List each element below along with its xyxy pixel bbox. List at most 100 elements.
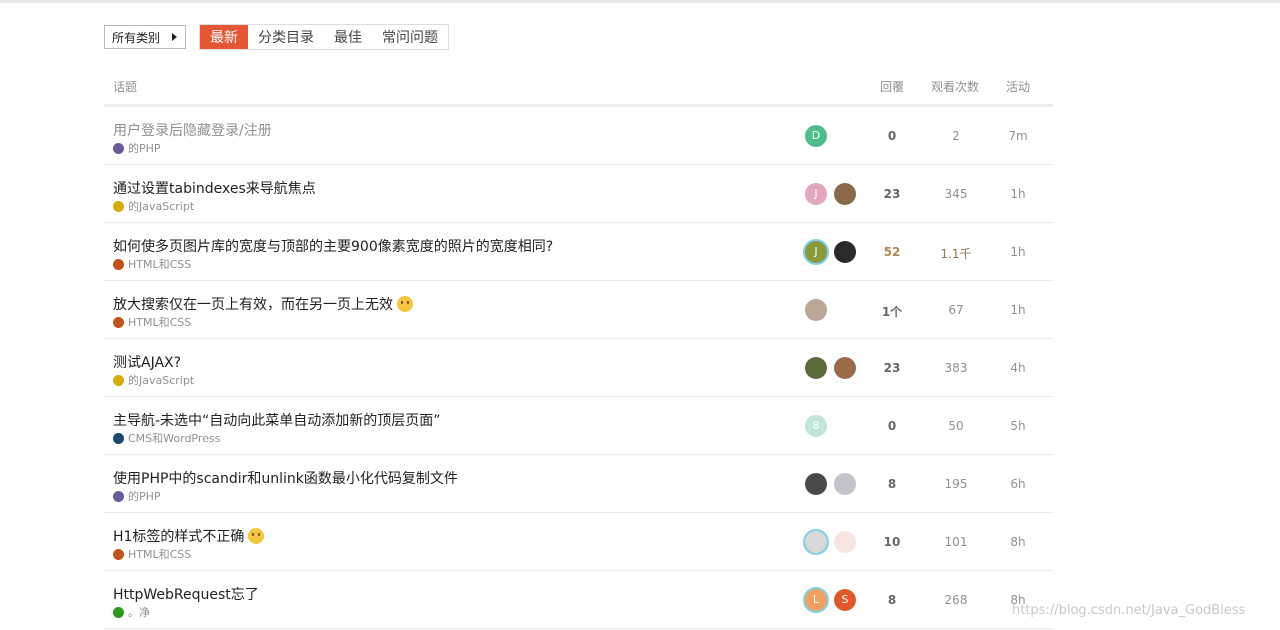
category-badge-icon xyxy=(113,258,124,270)
view-count[interactable]: 1.1千 xyxy=(936,245,976,262)
topic-row: 测试AJAX? 的JavaScript 23 383 4h xyxy=(104,339,1054,397)
tab-latest[interactable]: 最新 xyxy=(200,25,249,49)
frowning-face-icon xyxy=(248,528,265,544)
category-badge-icon xyxy=(113,200,124,212)
poster-avatar[interactable]: 8 xyxy=(805,415,827,437)
category-label: CMS和WordPress xyxy=(128,432,221,445)
reply-count[interactable]: 1个 xyxy=(872,303,912,320)
category-label: 的PHP xyxy=(128,142,161,155)
topic-list: 话题 回覆 观看次数 活动 用户登录后隐藏登录/注册 的PHP D 0 2 7m 通过设置t… xyxy=(104,68,1054,629)
category-dropdown-label: 所有类别 xyxy=(112,30,161,45)
topic-title[interactable]: H1标签的样式不正确 xyxy=(113,526,265,546)
category-badge-icon xyxy=(113,432,124,444)
poster-avatar[interactable]: S xyxy=(834,589,856,611)
topic-title[interactable]: HttpWebRequest忘了 xyxy=(113,584,259,604)
view-count[interactable]: 50 xyxy=(936,419,976,433)
topic-title[interactable]: 放大搜索仅在一页上有效，而在另一页上无效 xyxy=(113,294,413,314)
category-badge-icon xyxy=(113,142,124,154)
reply-count[interactable]: 8 xyxy=(872,593,912,607)
category-label: 。净 xyxy=(128,606,150,619)
view-count[interactable]: 101 xyxy=(936,535,976,549)
header-views[interactable]: 观看次数 xyxy=(931,78,979,95)
topic-title-text: 使用PHP中的scandir和unlink函数最小化代码复制文件 xyxy=(113,471,458,487)
topic-row: 如何使多页图片库的宽度与顶部的主要900像素宽度的照片的宽度相同? HTML和CS… xyxy=(104,223,1054,281)
view-count[interactable]: 383 xyxy=(936,361,976,375)
header-replies[interactable]: 回覆 xyxy=(880,78,904,95)
poster-avatar[interactable]: D xyxy=(805,125,827,147)
topic-title[interactable]: 使用PHP中的scandir和unlink函数最小化代码复制文件 xyxy=(113,468,458,488)
category-badge-icon xyxy=(113,316,124,328)
topic-category[interactable]: 的PHP xyxy=(113,140,161,156)
reply-count[interactable]: 8 xyxy=(872,477,912,491)
poster-avatar[interactable] xyxy=(805,299,827,321)
activity-time[interactable]: 1h xyxy=(998,245,1038,259)
topic-title[interactable]: 测试AJAX? xyxy=(113,352,181,372)
topic-category[interactable]: HTML和CSS xyxy=(113,314,191,330)
activity-time[interactable]: 1h xyxy=(998,187,1038,201)
poster-avatar[interactable] xyxy=(834,357,856,379)
tab-top[interactable]: 最佳 xyxy=(324,25,372,49)
topic-title-text: H1标签的样式不正确 xyxy=(113,529,245,545)
poster-avatar[interactable]: J xyxy=(805,241,827,263)
reply-count[interactable]: 0 xyxy=(872,419,912,433)
poster-avatar[interactable]: J xyxy=(805,183,827,205)
activity-time[interactable]: 6h xyxy=(998,477,1038,491)
category-label: 的JavaScript xyxy=(128,200,195,213)
topic-category[interactable]: CMS和WordPress xyxy=(113,430,220,446)
topic-category[interactable]: 的JavaScript xyxy=(113,198,194,214)
poster-avatar[interactable] xyxy=(834,473,856,495)
topic-category[interactable]: HTML和CSS xyxy=(113,256,191,272)
tab-categories[interactable]: 分类目录 xyxy=(248,25,324,49)
topic-title-text: 放大搜索仅在一页上有效，而在另一页上无效 xyxy=(113,297,393,313)
header-activity[interactable]: 活动 xyxy=(1006,78,1030,95)
tab-faq[interactable]: 常问问题 xyxy=(372,25,448,49)
activity-time[interactable]: 1h xyxy=(998,303,1038,317)
view-count[interactable]: 345 xyxy=(936,187,976,201)
reply-count[interactable]: 0 xyxy=(872,129,912,143)
reply-count[interactable]: 52 xyxy=(872,245,912,259)
activity-time[interactable]: 8h xyxy=(998,535,1038,549)
topic-category[interactable]: HTML和CSS xyxy=(113,546,191,562)
category-label: HTML和CSS xyxy=(128,316,192,329)
activity-time[interactable]: 5h xyxy=(998,419,1038,433)
topic-title-text: 测试AJAX? xyxy=(113,355,182,371)
view-count[interactable]: 195 xyxy=(936,477,976,491)
topic-row: 主导航-未选中“自动向此菜单自动添加新的顶层页面” CMS和WordPress 8 0… xyxy=(104,397,1054,455)
view-count[interactable]: 2 xyxy=(936,129,976,143)
poster-avatar[interactable] xyxy=(805,473,827,495)
view-count[interactable]: 67 xyxy=(936,303,976,317)
category-dropdown-button[interactable]: 所有类别 xyxy=(104,25,187,49)
watermark: https://blog.csdn.net/Java_GodBless xyxy=(1012,603,1246,618)
reply-count[interactable]: 23 xyxy=(872,361,912,375)
topic-title[interactable]: 通过设置tabindexes来导航焦点 xyxy=(113,178,316,198)
reply-count[interactable]: 10 xyxy=(872,535,912,549)
topic-row: 用户登录后隐藏登录/注册的PHP D 0 2 7m xyxy=(104,107,1054,165)
topic-category[interactable]: 的PHP xyxy=(113,488,161,504)
poster-avatar[interactable] xyxy=(834,241,856,263)
topic-title[interactable]: 主导航-未选中“自动向此菜单自动添加新的顶层页面” xyxy=(113,410,441,430)
topic-title-text: 主导航-未选中“自动向此菜单自动添加新的顶层页面” xyxy=(113,413,441,429)
caret-right-icon xyxy=(172,33,178,41)
reply-count[interactable]: 23 xyxy=(872,187,912,201)
poster-avatar[interactable] xyxy=(834,183,856,205)
header-topic[interactable]: 话题 xyxy=(113,78,137,95)
poster-avatar[interactable] xyxy=(805,531,827,553)
navigation-bar: 所有类别 最新 分类目录 最佳 常问问题 xyxy=(104,24,450,50)
view-count[interactable]: 268 xyxy=(936,593,976,607)
activity-time[interactable]: 7m xyxy=(998,129,1038,143)
topic-row: HttpWebRequest忘了 。净 L S 8 268 8h xyxy=(104,571,1054,629)
category-label: HTML和CSS xyxy=(128,258,192,271)
topic-category[interactable]: 的JavaScript xyxy=(113,372,194,388)
topic-title-text: 通过设置tabindexes来导航焦点 xyxy=(113,181,316,197)
topic-title-text: 用户登录后隐藏登录/注册 xyxy=(113,123,272,139)
category-badge-icon xyxy=(113,548,124,560)
topic-category[interactable]: 。净 xyxy=(113,604,150,620)
topic-title[interactable]: 如何使多页图片库的宽度与顶部的主要900像素宽度的照片的宽度相同? xyxy=(113,236,553,256)
activity-time[interactable]: 4h xyxy=(998,361,1038,375)
category-label: HTML和CSS xyxy=(128,548,192,561)
poster-avatar[interactable] xyxy=(805,357,827,379)
poster-avatar[interactable] xyxy=(834,531,856,553)
topic-title[interactable]: 用户登录后隐藏登录/注册 xyxy=(113,120,272,140)
topic-title-text: 如何使多页图片库的宽度与顶部的主要900像素宽度的照片的宽度相同? xyxy=(113,239,554,255)
poster-avatar[interactable]: L xyxy=(805,589,827,611)
